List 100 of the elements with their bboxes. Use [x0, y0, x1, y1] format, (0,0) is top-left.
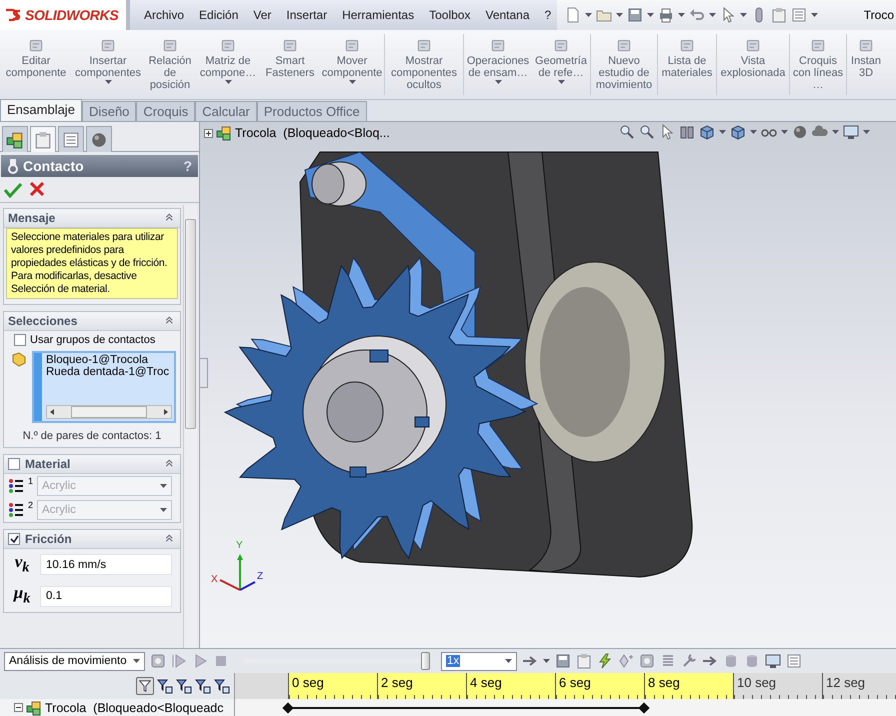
toolbar-button[interactable]: Instan 3D	[847, 30, 885, 99]
help-button[interactable]: ?	[183, 158, 192, 174]
time-label: 12 seg	[826, 675, 866, 690]
toolbar-button[interactable]: Editar componente	[0, 30, 72, 99]
toolbar-button[interactable]: Nuevo estudio de movimiento	[591, 30, 657, 99]
caret-icon[interactable]	[709, 13, 716, 17]
monitor-icon[interactable]	[843, 124, 859, 140]
printer-icon[interactable]	[658, 7, 674, 23]
document-icon[interactable]	[565, 7, 581, 23]
list-icon[interactable]	[786, 653, 802, 669]
expand-toggle[interactable]	[14, 703, 23, 712]
caret-icon[interactable]	[133, 659, 140, 663]
filter-icon[interactable]	[214, 678, 230, 694]
menu-item[interactable]: Toolbox	[429, 8, 470, 22]
assembly-icon[interactable]	[216, 125, 232, 141]
horizontal-scrollbar[interactable]	[46, 405, 172, 419]
vertical-scrollbar[interactable]	[183, 205, 197, 648]
cancel-icon[interactable]	[30, 182, 44, 196]
study-type-dropdown[interactable]: Análisis de movimiento	[4, 652, 145, 670]
filter-icon[interactable]	[195, 678, 211, 694]
filter-icon[interactable]	[176, 678, 192, 694]
material-number: 1	[28, 476, 34, 486]
list-item[interactable]: Bloqueo-1@Trocola	[46, 354, 172, 366]
filter-icon[interactable]	[157, 678, 173, 694]
search-icon[interactable]	[639, 124, 655, 140]
menu-item[interactable]: Edición	[199, 8, 238, 22]
save-icon[interactable]	[555, 653, 571, 669]
list-item[interactable]: Rueda dentada-1@Troc	[46, 366, 172, 378]
panel-tab[interactable]	[30, 126, 56, 152]
tab[interactable]: Croquis	[136, 101, 196, 121]
filter-button[interactable]	[136, 677, 154, 695]
toolbar-button[interactable]: Geometría de refe…	[532, 30, 590, 99]
playback-slider[interactable]	[244, 652, 430, 670]
menu-item[interactable]: Herramientas	[342, 8, 414, 22]
toolbar-button[interactable]: Vista explosionada	[717, 30, 789, 99]
assembly-icon[interactable]	[26, 700, 42, 716]
caret-icon[interactable]	[647, 13, 654, 17]
cube-icon[interactable]	[699, 124, 715, 140]
toolbar-button[interactable]: Croquis con líneas …	[790, 30, 846, 99]
toolbar-button[interactable]: Operaciones de ensam…	[464, 30, 532, 99]
selection-list[interactable]: Bloqueo-1@Trocola Rueda dentada-1@Troc	[32, 351, 176, 423]
section-header[interactable]: Mensaje	[4, 209, 180, 228]
section-header[interactable]: Selecciones	[4, 312, 180, 331]
caret-icon[interactable]	[616, 13, 623, 17]
caret-icon[interactable]	[585, 13, 592, 17]
panel-collapse-handle[interactable]	[200, 358, 208, 388]
panel-tab[interactable]	[86, 126, 112, 152]
section-view-icon[interactable]	[679, 124, 695, 140]
input-field[interactable]: 10.16 mm/s	[40, 554, 172, 576]
ok-icon[interactable]	[4, 182, 22, 198]
tab[interactable]: Calcular	[195, 101, 257, 121]
cube-icon[interactable]	[730, 124, 746, 140]
caret-icon[interactable]	[781, 130, 788, 134]
menu-item[interactable]: Ver	[253, 8, 272, 22]
clipboard-icon[interactable]	[771, 7, 787, 23]
contact-count: N.º de pares de contactos: 1	[22, 429, 162, 444]
panel-tab[interactable]	[2, 126, 28, 152]
tab[interactable]: Ensamblaje	[0, 99, 82, 121]
sphere-icon[interactable]	[792, 124, 808, 140]
expand-toggle[interactable]	[204, 128, 213, 138]
lightning-icon[interactable]	[597, 653, 613, 669]
caret-icon[interactable]	[505, 659, 512, 663]
caret-icon[interactable]	[678, 13, 685, 17]
list-icon[interactable]	[791, 7, 807, 23]
caret-icon[interactable]	[811, 13, 818, 17]
caret-icon[interactable]	[750, 130, 757, 134]
toolbar-button[interactable]: Mover componente	[320, 30, 384, 99]
menu-item[interactable]: Archivo	[144, 8, 184, 22]
section-header[interactable]: Material	[4, 455, 180, 474]
checkbox[interactable]	[8, 533, 20, 545]
checkbox[interactable]	[8, 458, 20, 470]
caret-icon[interactable]	[543, 659, 550, 663]
search-icon[interactable]	[619, 124, 635, 140]
add-key-icon[interactable]	[618, 653, 634, 669]
toolbar-button[interactable]: Mostrar componentes ocultos	[385, 30, 463, 99]
panel-tab[interactable]	[58, 126, 84, 152]
play-from-start-icon[interactable]	[171, 653, 187, 669]
caret-icon[interactable]	[719, 130, 726, 134]
toolbar-button[interactable]: Smart Fasteners	[260, 30, 320, 99]
menu-item[interactable]: ?	[544, 8, 552, 22]
tab[interactable]: Productos Office	[256, 101, 367, 121]
caret-icon[interactable]	[740, 13, 747, 17]
checkbox[interactable]	[14, 334, 26, 346]
input-field[interactable]: 0.1	[40, 586, 172, 607]
menu-item[interactable]: Insertar	[286, 8, 328, 22]
toolbar-button[interactable]: Matriz de compone…	[196, 30, 260, 99]
scrollbar-thumb[interactable]	[71, 406, 147, 418]
undo-icon[interactable]	[689, 7, 705, 23]
menu-item[interactable]: Ventana	[485, 8, 530, 22]
toolbar-button[interactable]: Lista de materiales	[658, 30, 716, 99]
speed-dropdown[interactable]: 1x	[441, 652, 517, 670]
material-list-icon	[8, 502, 24, 518]
caret-icon[interactable]	[863, 130, 870, 134]
caret-icon[interactable]	[832, 130, 839, 134]
save-icon[interactable]	[627, 7, 643, 23]
toolbar-button[interactable]: Insertar componentes	[72, 30, 144, 99]
tree-item[interactable]: Trocola (Bloqueado<Bloq...	[235, 126, 390, 140]
section-header[interactable]: Fricción	[4, 530, 180, 549]
tab[interactable]: Diseño	[82, 101, 136, 121]
toolbar-button[interactable]: Relación de posición	[144, 30, 196, 99]
